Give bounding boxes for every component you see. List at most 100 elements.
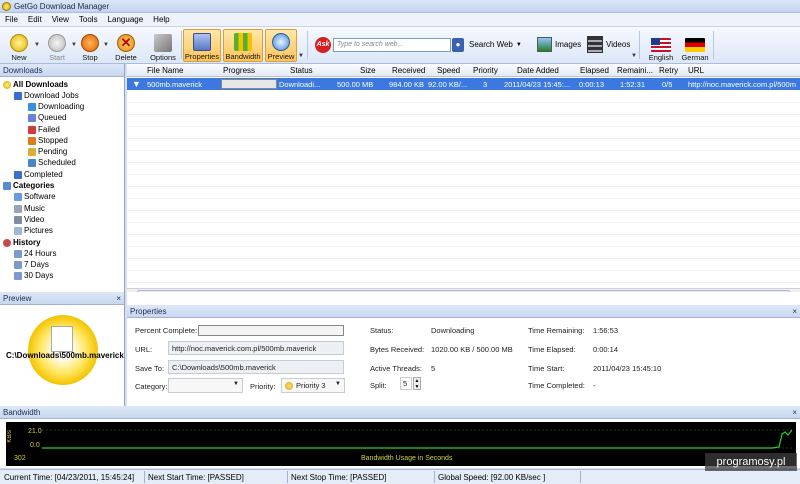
toolbar-overflow-arrow[interactable]: ▼ (298, 53, 304, 59)
delete-button[interactable]: ✕ Delete (112, 29, 140, 62)
new-dropdown-arrow[interactable]: ▼ (34, 42, 40, 48)
cell-progress-bar (221, 79, 277, 89)
pictures-icon (14, 226, 22, 235)
tree-download-jobs[interactable]: Download Jobs (14, 90, 79, 101)
search-go-icon[interactable]: ● (452, 38, 464, 52)
stop-dropdown-arrow[interactable]: ▼ (103, 42, 109, 48)
tree-24-hours[interactable]: 24 Hours (14, 248, 56, 259)
col-file-name[interactable]: File Name (147, 66, 183, 75)
tree-all-downloads[interactable]: All Downloads (3, 79, 68, 90)
time-completed-value: - (593, 381, 596, 390)
search-web-button[interactable]: Search Web ▼ (469, 40, 522, 49)
tree-music[interactable]: Music (14, 203, 45, 214)
col-url[interactable]: URL (688, 66, 704, 75)
properties-button[interactable]: Properties (183, 29, 221, 62)
bytes-received-label: Bytes Received: (370, 345, 425, 354)
queued-icon (28, 113, 36, 122)
search-input[interactable]: Type to search web... (333, 38, 451, 52)
bandwidth-unit: KB/s (7, 430, 13, 443)
split-label: Split: (370, 381, 387, 390)
english-language-button[interactable]: English (645, 29, 677, 62)
status-label: Status: (370, 326, 394, 335)
menu-language[interactable]: Language (103, 15, 149, 24)
tree-queued[interactable]: Queued (28, 112, 66, 123)
cell-elapsed: 0:00:13 (579, 80, 605, 89)
tree-scheduled[interactable]: Scheduled (28, 157, 76, 168)
tree-failed[interactable]: Failed (28, 124, 60, 135)
menu-bar: File Edit View Tools Language Help (0, 13, 800, 27)
menu-view[interactable]: View (47, 15, 74, 24)
tree-video[interactable]: Video (14, 214, 44, 225)
menu-help[interactable]: Help (148, 15, 174, 24)
col-status[interactable]: Status (290, 66, 313, 75)
global-speed-status: Global Speed: [92.00 KB/sec ] (438, 473, 546, 482)
priority-select[interactable]: Priority 3 ▼ (281, 378, 345, 393)
tree-7-days[interactable]: 7 Days (14, 259, 49, 270)
us-flag-icon (651, 38, 671, 52)
preview-panel: Preview × C:\Downloads\500mb.maverick (0, 292, 125, 406)
tree-pictures[interactable]: Pictures (14, 225, 53, 236)
pending-icon (28, 147, 36, 156)
table-row[interactable]: ▼ 500mb.maverick Downloadi... 500.00 MB … (127, 78, 800, 90)
col-received[interactable]: Received (392, 66, 425, 75)
cell-file-name: 500mb.maverick (147, 80, 203, 89)
start-dropdown-arrow[interactable]: ▼ (71, 42, 77, 48)
german-language-button[interactable]: German (679, 29, 711, 62)
split-stepper[interactable]: ▲ ▼ (413, 377, 421, 390)
calendar-30d-icon (14, 271, 22, 280)
options-button[interactable]: Options (147, 29, 179, 62)
tree-software[interactable]: Software (14, 191, 56, 202)
properties-close-icon[interactable]: × (792, 307, 797, 316)
col-priority[interactable]: Priority (473, 66, 498, 75)
tree-pending[interactable]: Pending (28, 146, 67, 157)
tree-categories[interactable]: Categories (3, 180, 54, 191)
col-elapsed[interactable]: Elapsed (580, 66, 609, 75)
tree-30-days[interactable]: 30 Days (14, 270, 53, 281)
col-progress[interactable]: Progress (223, 66, 255, 75)
col-date-added[interactable]: Date Added (517, 66, 559, 75)
preview-button[interactable]: Preview (265, 29, 297, 62)
cell-received: 984.00 KB (389, 80, 425, 89)
videos-button[interactable]: Videos (606, 40, 630, 49)
url-field[interactable]: http://noc.maverick.com.pl/500mb.maveric… (168, 341, 344, 355)
tree-downloading[interactable]: Downloading (28, 101, 84, 112)
all-downloads-icon (3, 80, 11, 89)
menu-edit[interactable]: Edit (23, 15, 47, 24)
tree-history[interactable]: History (3, 237, 41, 248)
split-input[interactable]: 5 (400, 377, 412, 390)
download-arrow-icon: ▼ (132, 79, 141, 89)
tree-completed[interactable]: Completed (14, 169, 63, 180)
videos-icon (587, 36, 603, 53)
start-button[interactable]: Start (44, 29, 70, 62)
time-remaining-value: 1:56:53 (593, 326, 619, 335)
col-speed[interactable]: Speed (437, 66, 460, 75)
preview-close-icon[interactable]: × (116, 294, 121, 303)
tree-stopped[interactable]: Stopped (28, 135, 68, 146)
bandwidth-graph: 21.0 0.0 KB/s 302 Bandwidth Usage in Sec… (6, 422, 796, 466)
bandwidth-icon (234, 33, 252, 51)
properties-icon (193, 33, 211, 51)
bandwidth-y-bottom: 0.0 (30, 442, 40, 449)
col-retry[interactable]: Retry (659, 66, 678, 75)
images-button[interactable]: Images (555, 40, 581, 49)
col-remaining[interactable]: Remaini... (617, 66, 653, 75)
bandwidth-close-icon[interactable]: × (792, 408, 797, 417)
category-select[interactable]: ▼ (168, 378, 243, 393)
time-remaining-label: Time Remaining: (528, 326, 585, 335)
search-overflow-arrow[interactable]: ▼ (631, 53, 637, 59)
priority-icon (285, 382, 293, 390)
bandwidth-x-left: 302 (14, 455, 26, 462)
bandwidth-button[interactable]: Bandwidth (223, 29, 263, 62)
cell-retry: 0/5 (662, 80, 673, 89)
col-size[interactable]: Size (360, 66, 376, 75)
music-icon (14, 204, 22, 213)
menu-file[interactable]: File (0, 15, 23, 24)
save-to-label: Save To: (135, 364, 165, 373)
downloads-panel: Downloads All Downloads Download Jobs Do… (0, 64, 125, 292)
new-button[interactable]: New (6, 29, 32, 62)
stop-button[interactable]: Stop (78, 29, 102, 62)
priority-label: Priority: (250, 382, 276, 391)
save-to-field[interactable]: C:\Downloads\500mb.maverick (168, 360, 344, 374)
menu-tools[interactable]: Tools (74, 15, 103, 24)
calendar-24h-icon (14, 249, 22, 258)
